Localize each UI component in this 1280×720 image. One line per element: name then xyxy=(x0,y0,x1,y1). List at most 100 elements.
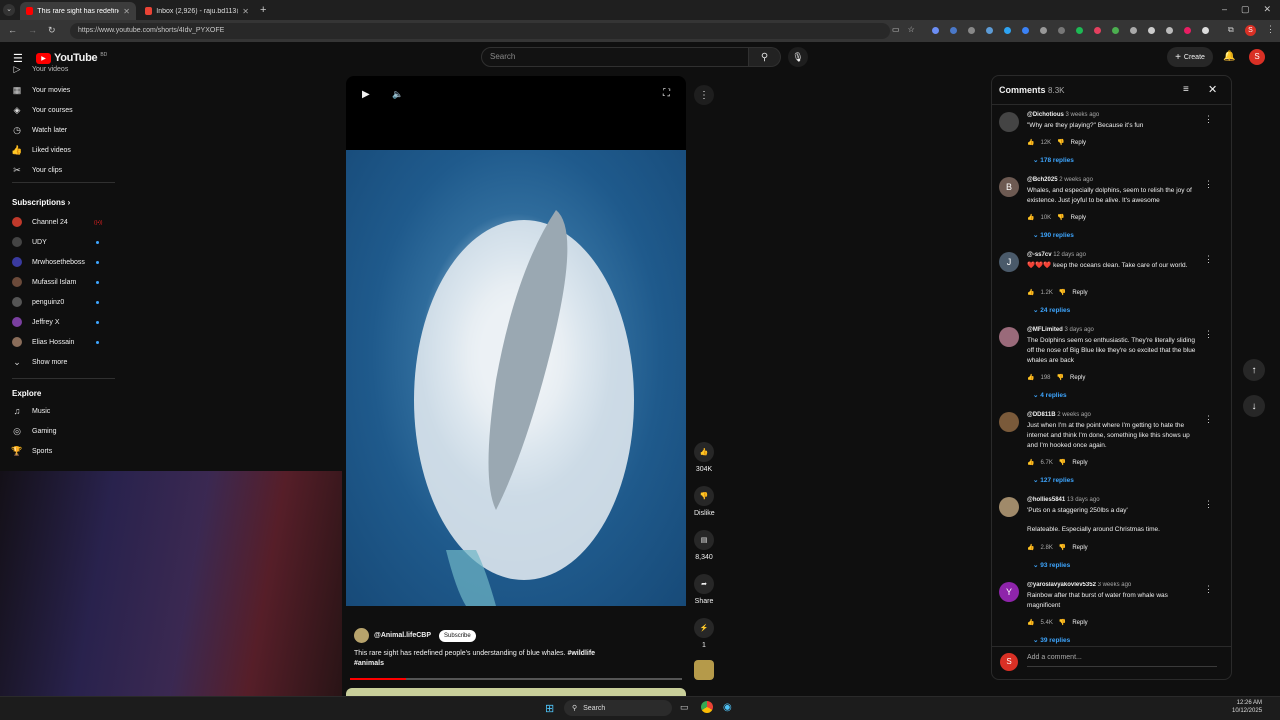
fullscreen-icon[interactable]: ⛶ xyxy=(663,88,670,99)
like-icon[interactable]: 👍 xyxy=(1027,214,1034,221)
volume-icon[interactable]: 🔈 xyxy=(392,89,403,100)
comment-menu-icon[interactable]: ⋮ xyxy=(1204,499,1213,510)
windows-start-icon[interactable]: ⊞ xyxy=(545,702,554,715)
like-button[interactable]: 👍 304K xyxy=(694,442,714,473)
commenter-avatar[interactable]: J xyxy=(999,252,1019,272)
task-view-icon[interactable]: ▭ xyxy=(680,702,689,713)
comment-author[interactable]: @Bch2025 xyxy=(1027,177,1058,183)
forward-icon[interactable]: → xyxy=(28,25,37,36)
reload-icon[interactable]: ↻ xyxy=(48,25,56,36)
reply-button[interactable]: Reply xyxy=(1070,375,1085,381)
comment-menu-icon[interactable]: ⋮ xyxy=(1204,414,1213,425)
extension-icon[interactable] xyxy=(1040,27,1047,34)
like-icon[interactable]: 👍 xyxy=(1027,289,1034,296)
sidebar-item-gaming[interactable]: ◎ Gaming xyxy=(0,421,115,441)
comment-author[interactable]: @DD811B xyxy=(1027,412,1056,418)
comment-author[interactable]: @MFLimited xyxy=(1027,327,1063,333)
comment-author[interactable]: @hollies5841 xyxy=(1027,497,1065,503)
view-replies[interactable]: ⌄ 93 replies xyxy=(1033,561,1070,569)
commenter-avatar[interactable]: B xyxy=(999,177,1019,197)
like-icon[interactable]: 👍 xyxy=(1027,544,1034,551)
channel-avatar[interactable] xyxy=(354,628,369,643)
share-button[interactable]: ➦ Share xyxy=(694,574,714,605)
subscriptions-header[interactable]: Subscriptions › xyxy=(12,198,70,207)
sidebar-item-watch-later[interactable]: ◷ Watch later xyxy=(0,120,115,140)
voice-search-button[interactable]: 🎙 xyxy=(788,47,808,67)
sidebar-item-your-courses[interactable]: ◈ Your courses xyxy=(0,100,115,120)
extension-icon[interactable] xyxy=(1022,27,1029,34)
extension-icon[interactable] xyxy=(1202,27,1209,34)
extension-icon[interactable] xyxy=(986,27,993,34)
close-tab-icon[interactable]: ✕ xyxy=(242,7,249,16)
extension-icon[interactable] xyxy=(932,27,939,34)
close-tab-icon[interactable]: ✕ xyxy=(123,7,130,16)
extension-icon[interactable] xyxy=(1112,27,1119,34)
search-button[interactable]: ⚲ xyxy=(749,47,781,67)
commenter-avatar[interactable] xyxy=(999,112,1019,132)
back-icon[interactable]: ← xyxy=(8,25,17,36)
comment-menu-icon[interactable]: ⋮ xyxy=(1204,114,1213,125)
create-button[interactable]: + Create xyxy=(1167,47,1213,67)
play-icon[interactable]: ▶ xyxy=(362,89,370,100)
subscribe-button[interactable]: Subscribe xyxy=(439,629,476,642)
dislike-icon[interactable]: 👎 xyxy=(1057,139,1064,146)
reply-button[interactable]: Reply xyxy=(1072,460,1087,466)
more-options-icon[interactable]: ⋮ xyxy=(694,85,714,105)
remix-button[interactable]: ⚡ 1 xyxy=(694,618,714,649)
comments-button[interactable]: ▤ 8,340 xyxy=(694,530,714,561)
extension-icon[interactable] xyxy=(1094,27,1101,34)
commenter-avatar[interactable] xyxy=(999,327,1019,347)
hashtag-link[interactable]: #wildlife xyxy=(567,650,595,657)
notifications-bell-icon[interactable]: 🔔 xyxy=(1223,51,1235,62)
profile-avatar[interactable]: S xyxy=(1245,25,1256,36)
maximize-icon[interactable]: ▢ xyxy=(1241,4,1250,15)
hashtag-link[interactable]: #animals xyxy=(354,660,384,667)
next-short-button[interactable]: ↓ xyxy=(1243,395,1265,417)
new-tab-icon[interactable]: + xyxy=(260,4,266,16)
like-icon[interactable]: 👍 xyxy=(1027,139,1034,146)
view-replies[interactable]: ⌄ 190 replies xyxy=(1033,231,1074,239)
dislike-icon[interactable]: 👎 xyxy=(1059,619,1066,626)
minimize-icon[interactable]: – xyxy=(1222,4,1227,15)
reply-button[interactable]: Reply xyxy=(1072,545,1087,551)
close-icon[interactable]: ✕ xyxy=(1208,83,1217,96)
previous-short-button[interactable]: ↑ xyxy=(1243,359,1265,381)
reply-button[interactable]: Reply xyxy=(1071,140,1086,146)
browser-tab-youtube[interactable]: This rare sight has redefined pe ✕ xyxy=(20,2,136,20)
browser-tab-gmail[interactable]: Inbox (2,926) - raju.bd113@gm ✕ xyxy=(139,2,255,20)
search-input[interactable]: Search xyxy=(481,47,749,67)
view-replies[interactable]: ⌄ 127 replies xyxy=(1033,476,1074,484)
comment-author[interactable]: @yaroslavyakovlev5352 xyxy=(1027,582,1096,588)
extension-icon[interactable] xyxy=(1148,27,1155,34)
commenter-avatar[interactable]: Y xyxy=(999,582,1019,602)
account-avatar[interactable]: S xyxy=(1249,49,1265,65)
url-field[interactable]: https://www.youtube.com/shorts/4Idv_PYXO… xyxy=(70,23,890,39)
extension-icon[interactable] xyxy=(1184,27,1191,34)
extension-icon[interactable] xyxy=(1130,27,1137,34)
sidebar-item-music[interactable]: ♫ Music xyxy=(0,401,115,421)
sound-thumbnail[interactable] xyxy=(694,660,714,680)
reply-button[interactable]: Reply xyxy=(1071,215,1086,221)
extension-icon[interactable] xyxy=(1166,27,1173,34)
sidebar-item-your-clips[interactable]: ✂ Your clips xyxy=(0,160,115,180)
next-short-preview[interactable] xyxy=(346,688,686,696)
tab-search-icon[interactable]: ⌄ xyxy=(3,4,15,16)
screen-cast-icon[interactable]: ▭ xyxy=(892,25,900,34)
dislike-icon[interactable]: 👎 xyxy=(1059,289,1066,296)
browser-menu-icon[interactable]: ⋮ xyxy=(1266,24,1275,35)
dislike-icon[interactable]: 👎 xyxy=(1057,214,1064,221)
reply-button[interactable]: Reply xyxy=(1072,290,1087,296)
taskbar-search[interactable]: ⚲ Search xyxy=(564,700,672,716)
comment-author[interactable]: @-ss7cv xyxy=(1027,252,1052,258)
comment-menu-icon[interactable]: ⋮ xyxy=(1204,329,1213,340)
close-window-icon[interactable]: ✕ xyxy=(1264,4,1272,15)
extension-icon[interactable] xyxy=(1058,27,1065,34)
bookmark-star-icon[interactable]: ☆ xyxy=(908,25,915,34)
progress-bar[interactable] xyxy=(350,678,682,680)
sidebar-item-liked-videos[interactable]: 👍 Liked videos xyxy=(0,140,115,160)
system-clock[interactable]: 12:26 AM 10/12/2025 xyxy=(1232,699,1262,715)
like-icon[interactable]: 👍 xyxy=(1027,619,1034,626)
comment-author[interactable]: @Dichotious xyxy=(1027,112,1064,118)
like-icon[interactable]: 👍 xyxy=(1027,459,1034,466)
extension-icon[interactable] xyxy=(968,27,975,34)
